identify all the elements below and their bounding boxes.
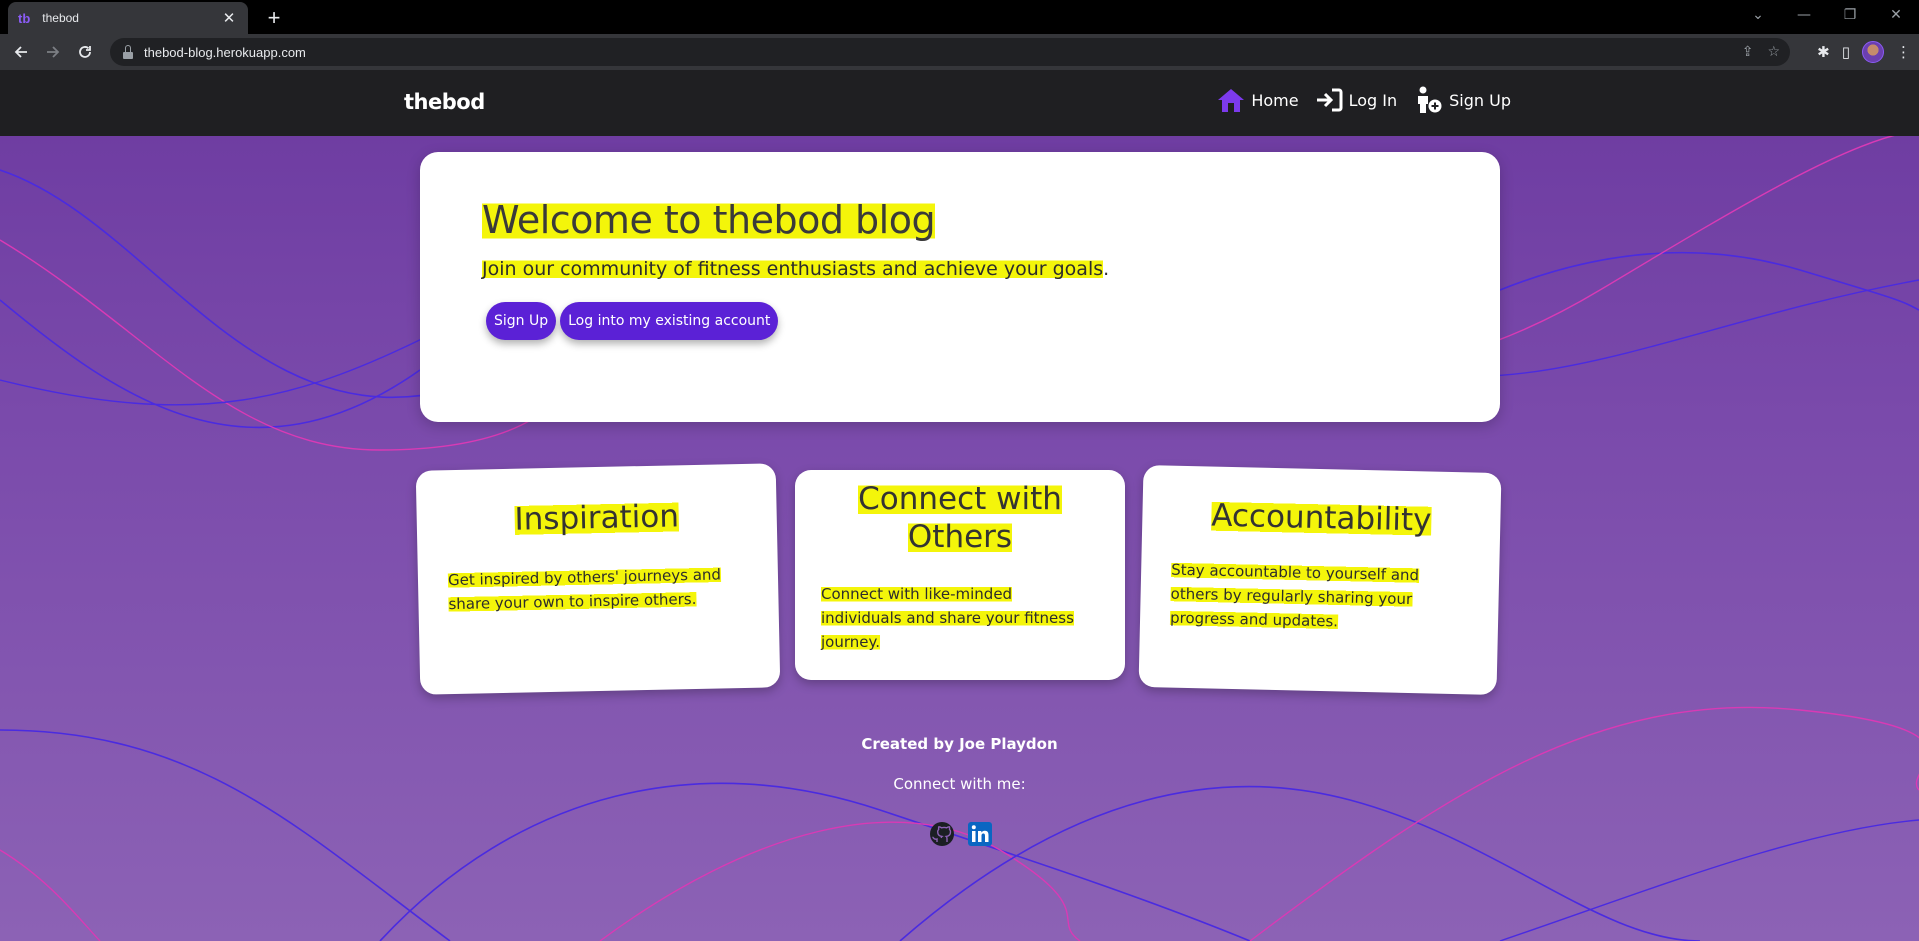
minimize-icon[interactable]: — xyxy=(1781,0,1827,30)
new-tab-button[interactable]: + xyxy=(260,4,288,32)
hero-card: Welcome to thebod blog Join our communit… xyxy=(420,152,1500,422)
add-user-icon xyxy=(1418,86,1442,113)
feature-card-inspiration: Inspiration Get inspired by others' jour… xyxy=(415,463,781,695)
card-text: Stay accountable to yourself and others … xyxy=(1169,560,1420,631)
card-text: Get inspired by others' journeys and sha… xyxy=(447,565,722,614)
site-brand[interactable]: thebod xyxy=(404,90,485,114)
browser-tabbar: tb thebod ✕ + ⌄ — ❐ ✕ xyxy=(0,0,1919,34)
hero-login-button[interactable]: Log into my existing account xyxy=(560,302,779,340)
hero-title: Welcome to thebod blog xyxy=(482,198,936,242)
nav-signup-link[interactable]: Sign Up xyxy=(1413,86,1511,114)
nav-links: Home Log In Sign Up xyxy=(1217,86,1511,114)
hero-signup-button[interactable]: Sign Up xyxy=(486,302,557,340)
share-icon[interactable]: ⇪ xyxy=(1742,44,1754,60)
window-close-icon[interactable]: ✕ xyxy=(1873,0,1919,30)
extensions-icon[interactable]: ✱ xyxy=(1817,43,1830,61)
login-icon xyxy=(1316,88,1343,112)
reload-icon[interactable] xyxy=(73,40,97,64)
restore-icon[interactable]: ❐ xyxy=(1827,0,1873,30)
nav-login-label: Log In xyxy=(1348,90,1398,110)
card-text: Connect with like-minded individuals and… xyxy=(821,585,1074,651)
hero-subtitle: Join our community of fitness enthusiast… xyxy=(482,258,1110,280)
feature-card-connect: Connect with Others Connect with like-mi… xyxy=(795,470,1125,680)
home-icon xyxy=(1218,89,1245,112)
footer-connect-label: Connect with me: xyxy=(893,775,1026,793)
profile-avatar[interactable] xyxy=(1862,41,1884,63)
bookmark-star-icon[interactable]: ☆ xyxy=(1767,44,1780,60)
browser-toolbar: thebod-blog.herokuapp.com ⇪ ☆ ✱ ▯ ⋮ xyxy=(0,34,1919,70)
footer-credit: Created by Joe Playdon xyxy=(861,735,1058,753)
tab-search-icon[interactable]: ⌄ xyxy=(1735,0,1781,30)
window-controls: ⌄ — ❐ ✕ xyxy=(1735,0,1919,30)
address-bar[interactable]: thebod-blog.herokuapp.com ⇪ ☆ xyxy=(110,38,1790,66)
site-navbar: thebod Home Log In Sign Up xyxy=(0,70,1919,136)
nav-signup-label: Sign Up xyxy=(1449,90,1511,110)
card-title: Accountability xyxy=(1210,497,1432,539)
hero-buttons: Sign Up Log into my existing account xyxy=(486,302,779,340)
menu-icon[interactable]: ⋮ xyxy=(1896,43,1911,61)
card-title: Connect with Others xyxy=(858,481,1062,555)
tab-close-icon[interactable]: ✕ xyxy=(220,9,238,27)
social-links xyxy=(929,821,993,847)
nav-home-label: Home xyxy=(1251,90,1299,110)
forward-icon[interactable] xyxy=(41,40,65,64)
nav-home-link[interactable]: Home xyxy=(1217,87,1299,113)
linkedin-icon[interactable] xyxy=(967,821,993,847)
tab-favicon-icon: tb xyxy=(18,10,31,26)
side-panel-icon[interactable]: ▯ xyxy=(1842,43,1850,61)
browser-tab[interactable]: tb thebod ✕ xyxy=(8,2,248,34)
github-icon[interactable] xyxy=(929,821,955,847)
url-text[interactable]: thebod-blog.herokuapp.com xyxy=(144,45,306,60)
page-content: thebod Home Log In Sign Up Welcome to th… xyxy=(0,70,1919,941)
nav-login-link[interactable]: Log In xyxy=(1315,87,1398,113)
lock-icon[interactable] xyxy=(122,45,134,59)
back-icon[interactable] xyxy=(9,40,33,64)
card-title: Inspiration xyxy=(514,498,680,538)
tab-title: thebod xyxy=(42,11,79,25)
feature-card-accountability: Accountability Stay accountable to yours… xyxy=(1138,464,1502,696)
